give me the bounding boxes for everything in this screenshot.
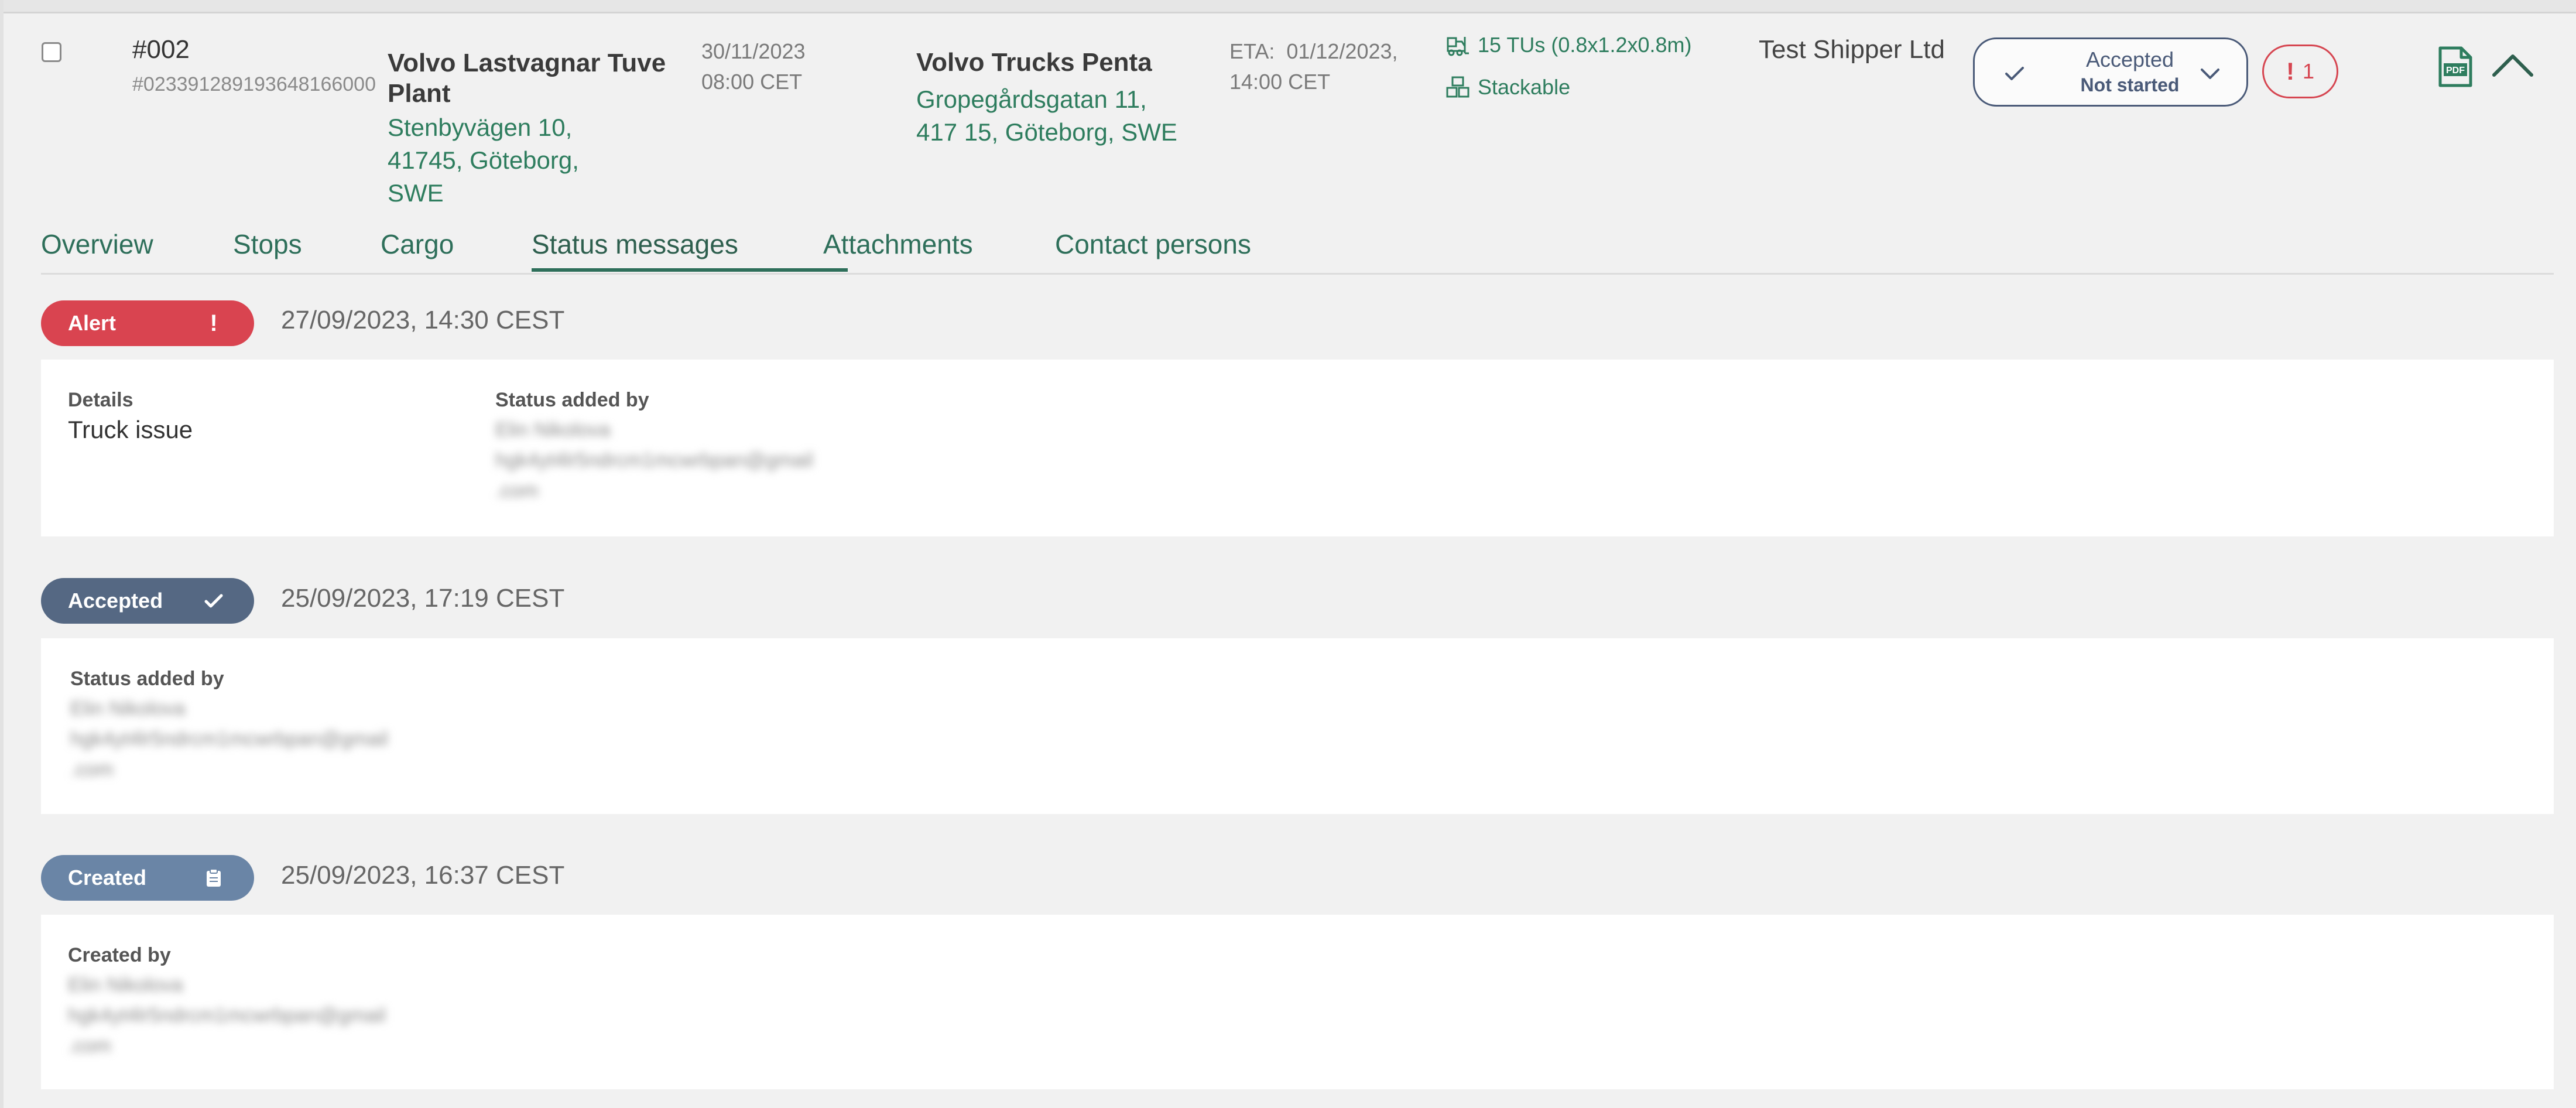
- status-badge-alert: Alert !: [41, 300, 254, 346]
- exclamation-icon: !: [210, 310, 218, 336]
- svg-text:PDF: PDF: [2446, 66, 2465, 76]
- delivery-address: Gropegårdsgatan 11, 417 15, Göteborg, SW…: [916, 83, 1221, 149]
- delivery-address-line1: Gropegårdsgatan 11,: [916, 86, 1147, 113]
- event-timestamp: 25/09/2023, 17:19 CEST: [281, 584, 565, 613]
- cargo-units-text: 15 TUs (0.8x1.2x0.8m): [1478, 33, 1692, 57]
- pickup-date: 30/11/2023: [701, 39, 806, 63]
- tab-status-messages[interactable]: Status messages: [532, 228, 738, 260]
- pdf-icon[interactable]: PDF: [2438, 46, 2473, 88]
- details-label: Details: [68, 389, 133, 411]
- cargo-stackable: Stackable: [1446, 75, 1570, 100]
- pickup-name: Volvo Lastvagnar Tuve Plant: [388, 49, 666, 108]
- badge-label: Accepted: [68, 589, 163, 613]
- status-message-card: Status added by Elin Nikolova hgk4yt4lr5…: [41, 638, 2554, 814]
- created-by-name-redacted: Elin Nikolova: [68, 974, 183, 996]
- tab-contact-persons[interactable]: Contact persons: [1055, 228, 1251, 260]
- tab-stops[interactable]: Stops: [233, 228, 302, 260]
- pickup-datetime: 30/11/2023 08:00 CET: [701, 36, 865, 97]
- order-id: #002: [132, 35, 190, 64]
- status-dropdown[interactable]: Accepted Not started: [1973, 37, 2248, 107]
- added-by-email-redacted: hgk4yt4lr5ndrcm1mcwrbpan@gmail: [495, 449, 813, 471]
- event-timestamp: 27/09/2023, 14:30 CEST: [281, 306, 565, 334]
- added-by-domain-redacted: .com: [70, 758, 114, 781]
- cargo-units: 15 TUs (0.8x1.2x0.8m): [1446, 33, 1691, 57]
- badge-label: Alert: [68, 311, 117, 335]
- pickup-address-line1: Stenbyvägen 10,: [388, 114, 573, 141]
- row-select-checkbox[interactable]: [42, 42, 61, 62]
- frame-left-border: [0, 0, 4, 1108]
- check-icon: [204, 594, 223, 608]
- cargo-stackable-text: Stackable: [1478, 75, 1571, 99]
- added-by-name-redacted: Elin Nikolova: [70, 697, 186, 720]
- status-secondary: Not started: [2080, 74, 2180, 95]
- alert-count: 1: [2302, 59, 2315, 83]
- created-by-email-redacted: hgk4yt4lr5ndrcm1mcwrbpan@gmail: [68, 1004, 386, 1027]
- shipper-name: Test Shipper Ltd: [1759, 35, 1945, 64]
- added-by-label: Status added by: [495, 389, 649, 411]
- stack-icon: [1446, 76, 1469, 98]
- added-by-email-redacted: hgk4yt4lr5ndrcm1mcwrbpan@gmail: [70, 728, 388, 750]
- delivery-name: Volvo Trucks Penta: [916, 48, 1152, 77]
- tab-bar: Overview Stops Cargo Status messages Att…: [41, 213, 2554, 275]
- status-message-card: Created by Elin Nikolova hgk4yt4lr5ndrcm…: [41, 915, 2554, 1089]
- badge-label: Created: [68, 866, 147, 890]
- added-by-label: Status added by: [70, 668, 224, 690]
- check-icon: [2005, 67, 2024, 80]
- order-reference: #023391289193648166000: [132, 73, 376, 95]
- forklift-icon: [1447, 37, 1469, 56]
- created-by-domain-redacted: .com: [68, 1035, 111, 1057]
- status-primary: Accepted: [2085, 47, 2174, 71]
- frame-top-border: [0, 0, 2576, 13]
- chevron-up-icon[interactable]: [2491, 50, 2535, 80]
- pickup-time: 08:00 CET: [701, 70, 803, 94]
- event-timestamp: 25/09/2023, 16:37 CEST: [281, 861, 565, 890]
- details-value: Truck issue: [68, 416, 193, 443]
- tab-cargo[interactable]: Cargo: [381, 228, 454, 260]
- eta-label: ETA:: [1229, 39, 1275, 63]
- eta-time: 14:00 CET: [1229, 70, 1331, 94]
- tab-overview[interactable]: Overview: [41, 228, 153, 260]
- status-badge-created: Created: [41, 855, 254, 901]
- added-by-domain-redacted: .com: [495, 480, 539, 502]
- tab-attachments[interactable]: Attachments: [823, 228, 973, 260]
- created-by-label: Created by: [68, 944, 171, 966]
- alert-count-button[interactable]: ! 1: [2262, 45, 2338, 98]
- alert-mark-icon: !: [2286, 57, 2294, 85]
- status-badge-accepted: Accepted: [41, 578, 254, 624]
- chevron-down-icon: [2201, 69, 2219, 79]
- status-message-card: Details Truck issue Status added by Elin…: [41, 360, 2554, 536]
- active-tab-underline: [532, 268, 848, 272]
- delivery-address-line2: 417 15, Göteborg, SWE: [916, 118, 1177, 146]
- clipboard-icon: [207, 868, 221, 887]
- eta-date: 01/12/2023,: [1286, 39, 1398, 63]
- delivery-eta: ETA: 01/12/2023, 14:00 CET: [1229, 36, 1440, 97]
- pickup-address: Stenbyvägen 10, 41745, Göteborg, SWE: [388, 111, 633, 210]
- pickup-address-line2: 41745, Göteborg, SWE: [388, 146, 579, 207]
- added-by-name-redacted: Elin Nikolova: [495, 419, 611, 441]
